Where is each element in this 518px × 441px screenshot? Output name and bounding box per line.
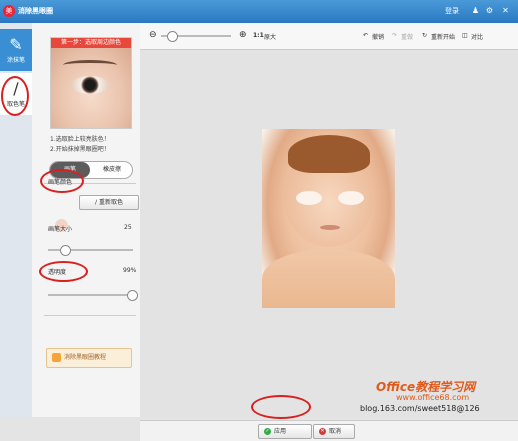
- settings-icon[interactable]: ⚙: [484, 5, 495, 16]
- baby-mouth: [320, 225, 340, 230]
- annotation-ring: [251, 395, 311, 419]
- brush-size-value: 25: [124, 224, 132, 231]
- undo-button[interactable]: 撤销: [372, 32, 384, 41]
- divider: [44, 315, 136, 316]
- compare-icon[interactable]: ◫: [462, 32, 468, 39]
- mode-eraser-button[interactable]: 橡皮擦: [92, 162, 132, 178]
- opacity-slider[interactable]: [48, 294, 133, 296]
- zoom-in-icon[interactable]: ⊕: [239, 30, 247, 40]
- baby-shoulders: [262, 249, 395, 308]
- step-illustration: 第一步：选取周边颜色: [50, 37, 132, 129]
- restart-button[interactable]: 重新开始: [431, 32, 455, 41]
- redo-button[interactable]: 重做: [401, 32, 413, 41]
- eyedropper-small-icon: ∕: [95, 199, 98, 206]
- settings-panel: 第一步：选取周边颜色 1.选取脸上较亮肤色！ 2.开始抹掉黑眼圈吧！ 画笔 橡皮…: [32, 23, 141, 417]
- zoom-out-icon[interactable]: ⊖: [149, 30, 157, 40]
- brush-size-label: 画笔大小: [48, 226, 73, 233]
- watermark-url: www.office68.com: [396, 393, 470, 402]
- tab-smear-brush[interactable]: ✎ 涂抹笔: [0, 29, 32, 71]
- check-icon: ✓: [264, 428, 271, 435]
- watermark-blog: blog.163.com/sweet518@126: [360, 404, 480, 413]
- annotation-ring: [39, 261, 88, 282]
- apply-button[interactable]: ✓ 应用: [258, 424, 312, 439]
- hint-line-2: 2.开始抹掉黑眼圈吧！: [50, 146, 110, 153]
- annotation-ring: [40, 169, 84, 193]
- title-bar: 美 消除黑眼圈 登录 ♟ ⚙ ✕: [0, 0, 518, 23]
- undo-icon[interactable]: ↶: [363, 32, 368, 39]
- redo-icon[interactable]: ↷: [392, 32, 397, 39]
- zoom-handle[interactable]: [166, 31, 178, 42]
- baby-photo[interactable]: [262, 129, 395, 308]
- apply-label: 应用: [274, 428, 287, 435]
- zoom-ratio-button[interactable]: 1:1: [253, 32, 264, 39]
- baby-hair: [288, 135, 370, 173]
- close-icon[interactable]: ✕: [500, 5, 511, 16]
- cancel-icon: ✕: [319, 428, 326, 435]
- brush-icon: ✎: [9, 35, 23, 54]
- retouched-eye-left: [296, 191, 322, 205]
- tutorial-icon: [52, 353, 61, 362]
- brush-size-handle[interactable]: [60, 245, 71, 256]
- opacity-handle[interactable]: [127, 290, 139, 301]
- opacity-value: 99%: [123, 267, 137, 274]
- window-title: 消除黑眼圈: [18, 7, 53, 15]
- canvas-area: ⊖ ⊕ 1:1 原大 ↶ 撤销 ↷ 重做 ↻ 重新开始 ◫ 对比 ✓ 应用 ✕ 取消: [140, 23, 518, 441]
- app-logo-icon: 美: [3, 5, 15, 17]
- tutorial-label: 消除黑眼圈教程: [64, 354, 107, 361]
- cancel-label: 取消: [329, 428, 342, 435]
- repick-label: 重新取色: [98, 199, 123, 206]
- retouched-eye-right: [338, 191, 364, 205]
- hint-line-1: 1.选取脸上较亮肤色！: [50, 136, 110, 143]
- original-size-label[interactable]: 原大: [264, 32, 276, 41]
- user-icon[interactable]: ♟: [470, 5, 481, 16]
- step-banner: 第一步：选取周边颜色: [51, 38, 131, 48]
- toolbar: ⊖ ⊕ 1:1 原大 ↶ 撤销 ↷ 重做 ↻ 重新开始 ◫ 对比: [140, 23, 518, 50]
- footer-bar: ✓ 应用 ✕ 取消: [140, 420, 518, 441]
- compare-button[interactable]: 对比: [471, 32, 483, 41]
- annotation-ring: [1, 76, 29, 116]
- cancel-button[interactable]: ✕ 取消: [313, 424, 355, 439]
- restart-icon[interactable]: ↻: [422, 32, 427, 39]
- repick-color-button[interactable]: ∕ 重新取色: [79, 195, 139, 210]
- tutorial-button[interactable]: 消除黑眼圈教程: [46, 348, 132, 368]
- eye-closeup-image: [51, 48, 131, 128]
- login-link[interactable]: 登录: [445, 6, 459, 16]
- tab-label: 涂抹笔: [6, 57, 25, 64]
